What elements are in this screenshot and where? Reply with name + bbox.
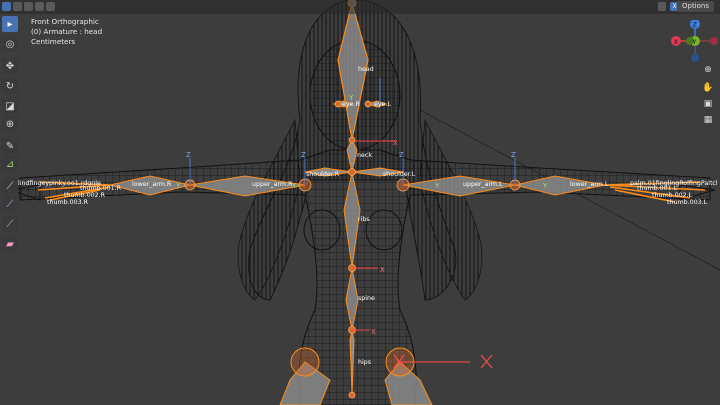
zoom-icon[interactable]: ⊕ bbox=[700, 62, 716, 78]
active-object: (0) Armature : head bbox=[31, 27, 103, 36]
perspective-grid-icon[interactable]: ▦ bbox=[700, 112, 716, 128]
rotate-icon[interactable]: ↻ bbox=[2, 78, 18, 94]
extrude-icon[interactable]: ▰ bbox=[2, 236, 18, 252]
svg-text:Z: Z bbox=[511, 151, 516, 159]
svg-text:Z: Z bbox=[693, 22, 697, 29]
label-thumb-003-r: thumb.003.R bbox=[47, 199, 89, 206]
label-thumb-001-l: thumb.001.L bbox=[637, 185, 678, 192]
camera-icon[interactable]: ▣ bbox=[700, 96, 716, 112]
scale-icon[interactable]: ◪ bbox=[2, 98, 18, 114]
move-icon[interactable]: ✥ bbox=[2, 58, 18, 74]
label-thumb-001-r: thumb.001.R bbox=[80, 185, 122, 192]
label-upper-arm-l: upper_arm.L bbox=[463, 181, 503, 188]
label-lower-arm-r: lower_arm.R bbox=[132, 181, 172, 188]
select-intersect-icon[interactable] bbox=[35, 2, 44, 11]
bone-envelope-icon[interactable]: ⟋ bbox=[2, 216, 18, 232]
bone-size-icon[interactable]: ⟋ bbox=[2, 196, 18, 212]
view-name: Front Orthographic bbox=[31, 17, 99, 26]
measure-icon[interactable]: ⊿ bbox=[2, 156, 18, 172]
svg-text:X: X bbox=[674, 39, 678, 46]
label-thumb-002-r: thumb.002.R bbox=[64, 192, 106, 199]
svg-text:X: X bbox=[393, 139, 398, 147]
bone-roll-icon[interactable]: ⟋ bbox=[2, 178, 18, 194]
annotate-icon[interactable]: ✎ bbox=[2, 138, 18, 154]
cursor-icon[interactable]: ◎ bbox=[2, 36, 18, 52]
svg-text:Z: Z bbox=[186, 151, 191, 159]
svg-text:Y: Y bbox=[175, 182, 181, 190]
select-extend-icon[interactable] bbox=[13, 2, 22, 11]
select-invert-icon[interactable] bbox=[46, 2, 55, 11]
svg-text:Z: Z bbox=[399, 151, 404, 159]
label-spine: spine bbox=[358, 295, 375, 302]
label-eye-l: eye.L bbox=[374, 101, 391, 108]
wireframe-scene[interactable]: Z Z Z Z Y Y Y Y Y X X X head eye.R eye.L… bbox=[0, 0, 720, 405]
options-dropdown[interactable]: Options bbox=[676, 1, 714, 12]
label-shoulder-l: shoulder.L bbox=[383, 171, 416, 178]
pan-hand-icon[interactable]: ✋ bbox=[700, 80, 716, 96]
label-thumb-002-l: thumb.002.L bbox=[652, 192, 693, 199]
svg-text:Y: Y bbox=[542, 182, 548, 190]
label-thumb-003-l: thumb.003.L bbox=[667, 199, 708, 206]
label-shoulder-r: shoulder.R bbox=[306, 171, 340, 178]
select-box-icon[interactable]: ▸ bbox=[2, 16, 18, 32]
select-subtract-icon[interactable] bbox=[24, 2, 33, 11]
navigation-gizmo[interactable]: Y X Z bbox=[670, 20, 720, 66]
svg-text:Y: Y bbox=[692, 39, 697, 46]
label-hips: hips bbox=[358, 359, 371, 366]
svg-text:Z: Z bbox=[301, 151, 306, 159]
svg-text:X: X bbox=[371, 328, 376, 336]
label-lower-arm-l: lower_arm.L bbox=[570, 181, 609, 188]
viewport-header: X Options bbox=[0, 0, 720, 14]
label-neck: neck bbox=[357, 152, 372, 159]
label-head: head bbox=[358, 66, 374, 73]
select-mode-icon[interactable] bbox=[2, 2, 11, 11]
svg-text:Y: Y bbox=[434, 182, 440, 190]
label-eye-r: eye.R bbox=[342, 101, 360, 108]
label-ribs: ribs bbox=[358, 216, 370, 223]
overlay-toggle-icon[interactable] bbox=[658, 2, 666, 11]
svg-text:X: X bbox=[380, 266, 385, 274]
transform-icon[interactable]: ⊕ bbox=[2, 116, 18, 132]
label-upper-arm-r: upper_arm.R bbox=[252, 181, 293, 188]
3d-viewport[interactable]: Z Z Z Z Y Y Y Y Y X X X head eye.R eye.L… bbox=[0, 0, 720, 405]
units-label: Centimeters bbox=[31, 37, 76, 46]
